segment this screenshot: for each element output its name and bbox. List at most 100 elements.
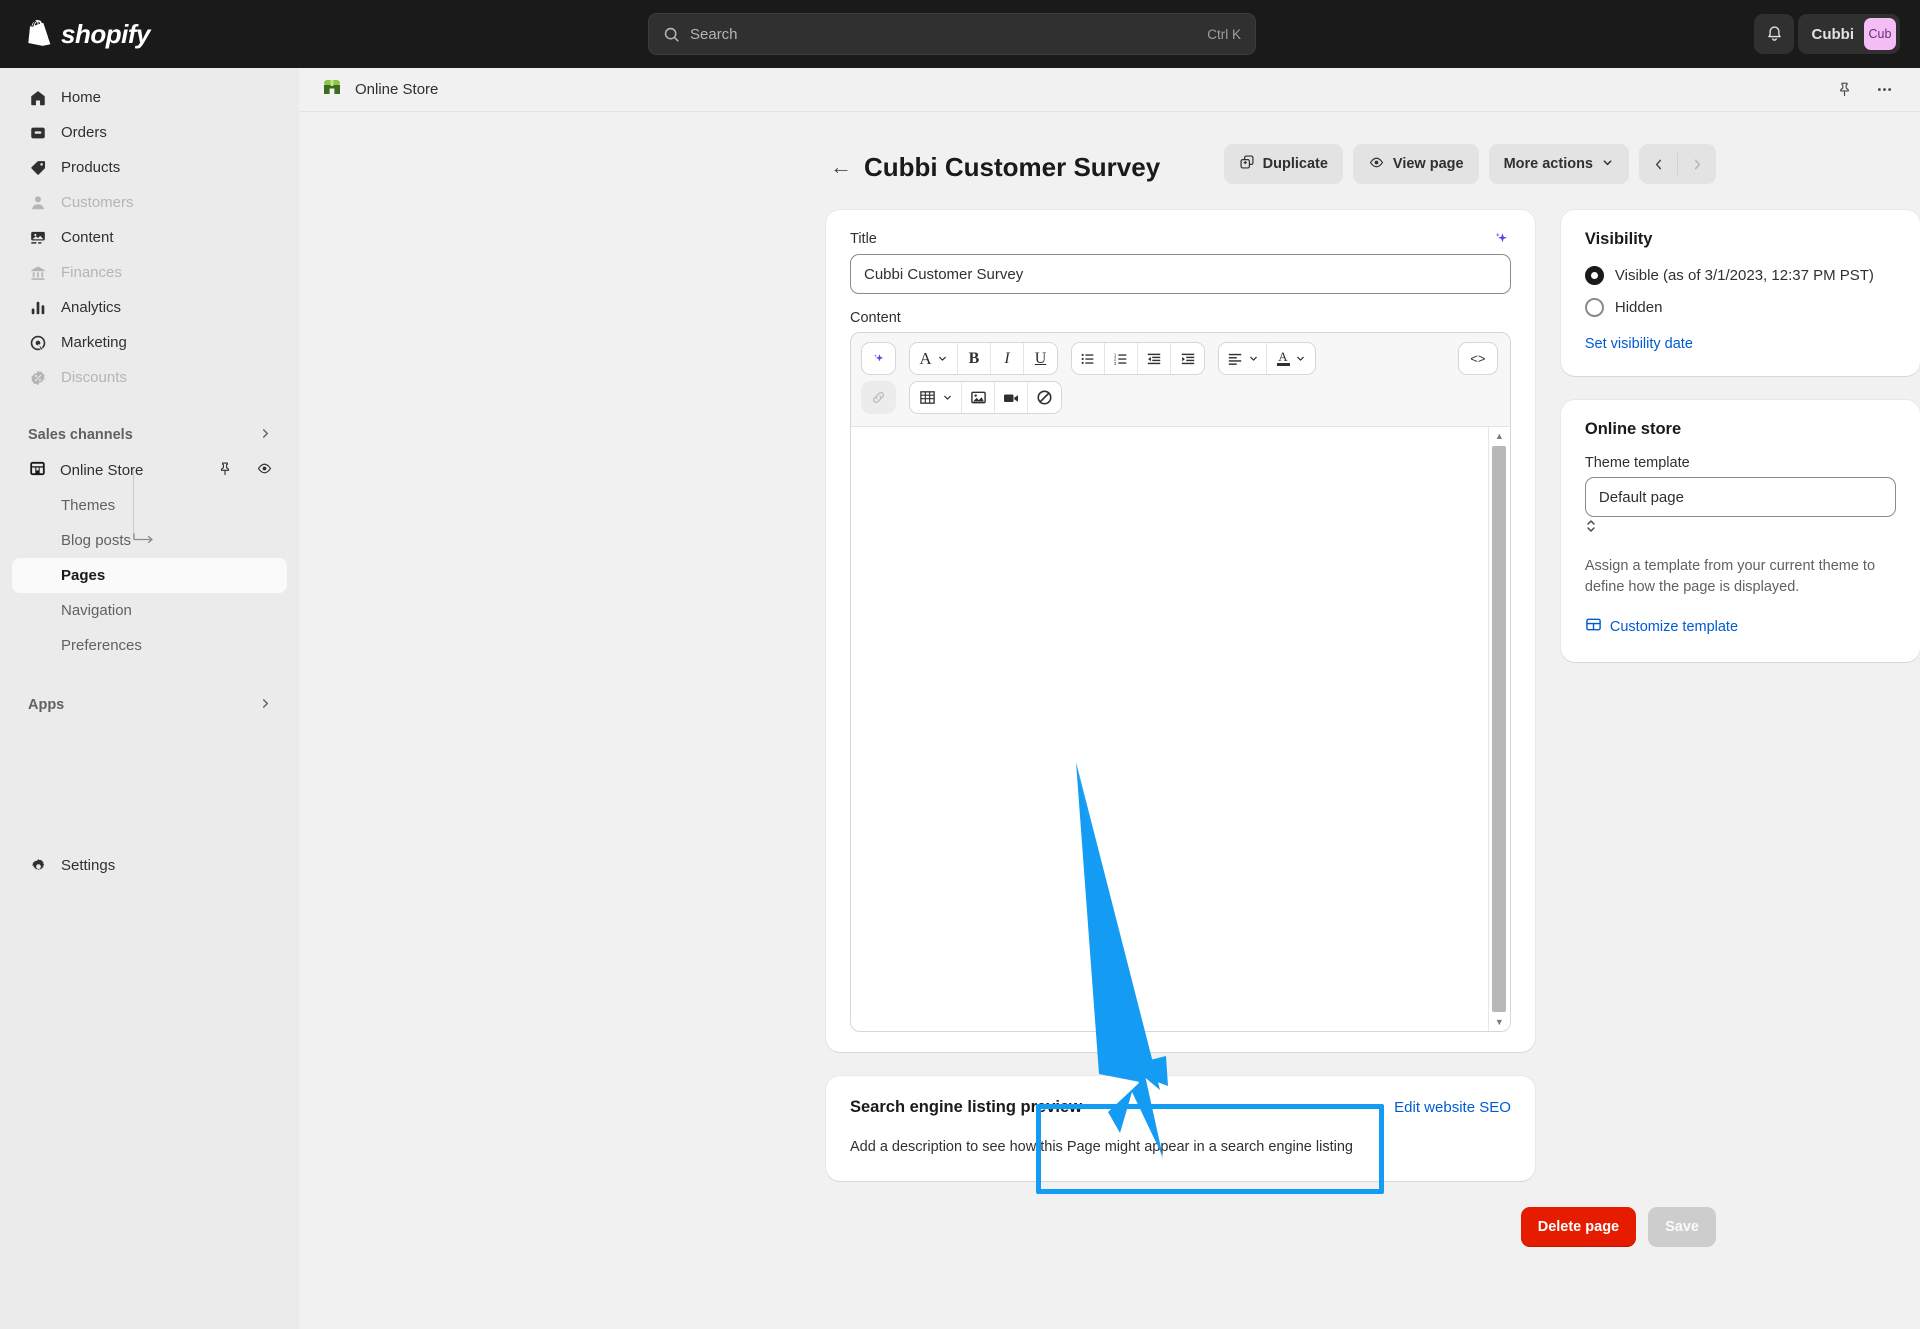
view-page-label: View page [1393,156,1464,172]
insert-video-button[interactable] [995,382,1028,413]
outdent-button[interactable] [1138,343,1171,374]
sidebar-item-label: Blog posts [61,532,131,549]
edit-website-seo-link[interactable]: Edit website SEO [1394,1099,1511,1116]
italic-button[interactable]: I [991,343,1024,374]
bulleted-list-button[interactable] [1072,343,1105,374]
online-store-title: Online store [1585,420,1896,439]
theme-template-help: Assign a template from your current them… [1585,556,1896,598]
title-input[interactable] [850,254,1511,294]
bold-button[interactable]: B [958,343,991,374]
sidebar-item-navigation[interactable]: Navigation [12,593,287,628]
indent-button[interactable] [1171,343,1204,374]
sidebar-item-settings[interactable]: Settings [12,848,287,883]
more-actions-button[interactable]: More actions [1489,144,1629,184]
rich-text-editor: A B I U [850,332,1511,1032]
sidebar-item-themes[interactable]: Themes [12,488,287,523]
pin-icon[interactable] [217,461,233,481]
sidebar-item-products[interactable]: Products [12,150,287,185]
shopify-logo[interactable]: shopify [0,19,150,50]
editor-scrollbar[interactable]: ▲ ▼ [1488,427,1510,1031]
sidebar-item-analytics[interactable]: Analytics [12,290,287,325]
sidebar-item-preferences[interactable]: Preferences [12,628,287,663]
chevron-down-icon [1295,353,1306,364]
set-visibility-date-link[interactable]: Set visibility date [1585,336,1896,352]
global-search[interactable]: Search Ctrl K [648,13,1256,55]
product-tag-icon [28,158,48,178]
prev-page-button[interactable] [1639,144,1677,184]
editor-content-area[interactable]: ▲ ▼ [851,427,1510,1031]
code-view-label: <> [1470,351,1485,366]
sidebar-item-discounts[interactable]: Discounts [12,360,287,395]
sidebar-section-apps[interactable]: Apps [12,687,287,723]
text-color-button[interactable]: A [1267,343,1315,374]
notifications-button[interactable] [1754,14,1794,54]
code-view-button[interactable]: <> [1458,342,1498,375]
visibility-card: Visibility Visible (as of 3/1/2023, 12:3… [1561,210,1920,376]
content-image-icon [28,228,48,248]
page-header: ← Cubbi Customer Survey Duplicate View p… [299,144,1920,190]
visibility-title: Visibility [1585,230,1896,249]
visibility-option-hidden[interactable]: Hidden [1585,297,1896,318]
save-button[interactable]: Save [1648,1207,1716,1247]
delete-page-button[interactable]: Delete page [1521,1207,1636,1247]
next-page-button[interactable] [1678,144,1716,184]
customize-template-label[interactable]: Customize template [1610,619,1738,635]
sidebar-item-marketing[interactable]: Marketing [12,325,287,360]
sidebar-item-label: Pages [61,567,105,584]
insert-table-button[interactable] [910,382,962,413]
scroll-down-arrow[interactable]: ▼ [1495,1013,1504,1031]
theme-template-label: Theme template [1585,455,1896,471]
sidebar-item-label: Home [61,89,101,106]
context-store-name: Online Store [355,81,438,98]
back-button[interactable]: ← [830,154,856,180]
sidebar-item-label: Customers [61,194,134,211]
duplicate-label: Duplicate [1263,156,1328,172]
annotation-highlight-box [1036,1104,1384,1194]
align-button[interactable] [1219,343,1267,374]
duplicate-icon [1239,154,1255,174]
sidebar-item-label: Analytics [61,299,121,316]
theme-template-select[interactable]: Default page [1585,477,1896,517]
sidebar-section-sales-channels[interactable]: Sales channels [12,417,287,453]
radio-hidden[interactable] [1585,298,1604,317]
radio-visible[interactable] [1585,266,1604,285]
online-store-green-icon [321,76,343,103]
pin-icon[interactable] [1830,76,1858,104]
visibility-option-visible[interactable]: Visible (as of 3/1/2023, 12:37 PM PST) [1585,265,1896,286]
insert-image-button[interactable] [962,382,995,413]
sidebar-item-label: Online Store [60,462,143,479]
sidebar-item-finances[interactable]: Finances [12,255,287,290]
font-a-icon: A [919,349,931,369]
eye-icon[interactable] [256,460,273,481]
insert-link-button[interactable] [861,381,896,414]
orders-inbox-icon [28,123,48,143]
ellipsis-icon[interactable] [1870,76,1898,104]
sidebar-item-customers[interactable]: Customers [12,185,287,220]
underline-button[interactable]: U [1024,343,1057,374]
toolbar-row-2 [861,381,1500,414]
customer-person-icon [28,193,48,213]
sidebar-item-home[interactable]: Home [12,80,287,115]
duplicate-button[interactable]: Duplicate [1224,144,1343,184]
sidebar-item-content[interactable]: Content [12,220,287,255]
chevron-down-icon [1601,156,1614,173]
sidebar-item-pages[interactable]: Pages [12,558,287,593]
search-icon [663,26,680,43]
view-page-button[interactable]: View page [1353,144,1479,184]
clear-formatting-button[interactable] [1028,382,1061,413]
title-label-row: Title [850,230,1511,254]
ai-assist-button[interactable] [861,342,896,375]
scroll-up-arrow[interactable]: ▲ [1495,427,1504,445]
sidebar-item-orders[interactable]: Orders [12,115,287,150]
avatar: Cub [1864,18,1896,50]
page-title: Cubbi Customer Survey [864,152,1160,183]
chevron-right-icon [260,427,271,443]
select-updown-icon [1585,522,1597,539]
sidebar-item-online-store[interactable]: Online Store [12,453,287,488]
customize-template-link[interactable]: Customize template [1585,616,1896,638]
text-style-button[interactable]: A [910,343,958,374]
user-menu-button[interactable]: Cubbi Cub [1798,14,1901,54]
numbered-list-button[interactable]: 123 [1105,343,1138,374]
scroll-thumb[interactable] [1492,446,1506,1012]
magic-sparkle-icon[interactable] [1492,230,1511,254]
